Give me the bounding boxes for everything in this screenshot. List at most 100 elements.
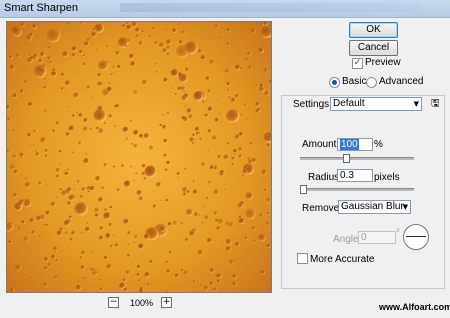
bubble	[165, 198, 169, 202]
remove-select-value: Gaussian Blur	[341, 201, 404, 212]
bubble	[18, 226, 21, 229]
bubble	[75, 284, 82, 291]
amount-slider[interactable]	[300, 157, 414, 160]
bubble	[83, 118, 88, 123]
bubble	[197, 249, 204, 256]
radius-input[interactable]: 0.3	[337, 169, 373, 182]
bubble	[95, 49, 98, 52]
bubble	[213, 287, 217, 292]
bubble	[214, 117, 219, 123]
bubble	[67, 201, 72, 206]
bubble	[176, 171, 181, 176]
bubble	[212, 135, 218, 141]
bubble	[245, 192, 253, 200]
bubble	[35, 150, 37, 152]
remove-select[interactable]: Gaussian Blur ▼	[338, 200, 411, 214]
advanced-radio[interactable]	[366, 77, 377, 88]
preview-image[interactable]	[6, 21, 272, 293]
bubble	[207, 106, 213, 112]
bubble	[29, 145, 32, 147]
cancel-button[interactable]: Cancel	[349, 40, 398, 56]
basic-radio[interactable]	[329, 77, 340, 88]
bubble	[138, 41, 143, 46]
bubble	[165, 39, 172, 45]
bubble	[85, 153, 88, 155]
bubble	[224, 188, 227, 191]
bubble	[16, 73, 19, 75]
bubble	[36, 215, 42, 221]
bubble	[59, 163, 61, 166]
bubble	[108, 114, 113, 118]
bubble	[68, 194, 74, 201]
bubble	[244, 103, 247, 106]
bubble	[103, 122, 106, 125]
bubble	[77, 280, 81, 283]
bubble	[123, 180, 131, 188]
bubble	[12, 154, 17, 159]
bubble	[141, 171, 146, 176]
radius-slider[interactable]	[300, 188, 414, 191]
bubble	[64, 171, 69, 176]
bubble	[133, 89, 138, 95]
bubble	[181, 222, 184, 225]
preview-checkbox[interactable]: ✓	[352, 58, 363, 69]
bubble	[166, 45, 171, 50]
bubble	[136, 272, 141, 277]
bubble	[160, 199, 163, 202]
more-accurate-checkbox[interactable]	[297, 253, 308, 264]
save-settings-icon[interactable]: 🖫	[431, 96, 440, 113]
bubble	[143, 233, 150, 240]
ok-button[interactable]: OK	[349, 22, 398, 38]
angle-input[interactable]: 0	[358, 231, 396, 244]
bubble	[68, 215, 73, 219]
bubble	[56, 174, 60, 178]
bubble	[86, 85, 91, 90]
amount-input[interactable]: 100	[337, 138, 373, 151]
bubble	[201, 99, 206, 104]
bubble	[14, 81, 17, 84]
radius-slider-thumb[interactable]	[300, 185, 308, 194]
bubble	[184, 41, 198, 55]
bubble	[126, 38, 131, 43]
bubble	[216, 273, 222, 279]
bubble	[9, 222, 12, 225]
bubble	[178, 22, 181, 26]
bubble	[142, 79, 148, 85]
bubble	[209, 217, 211, 220]
bubble	[98, 278, 101, 281]
bubble	[136, 190, 143, 196]
bubble	[266, 211, 270, 215]
bubble	[240, 113, 243, 117]
settings-select[interactable]: Default ▼	[330, 97, 422, 111]
bubble	[194, 126, 200, 132]
bubble	[28, 102, 33, 107]
bubble	[103, 255, 108, 260]
bubble	[61, 190, 67, 197]
bubble	[225, 246, 232, 252]
bubble	[264, 188, 267, 192]
bubble	[119, 282, 126, 289]
bubble	[96, 126, 100, 130]
angle-dial-icon[interactable]	[403, 224, 429, 250]
bubble	[266, 243, 271, 248]
bubble	[245, 57, 249, 61]
bubble	[186, 208, 193, 216]
zoom-out-button[interactable]: −	[108, 297, 119, 308]
bubble	[238, 154, 243, 159]
bubble	[217, 154, 222, 159]
amount-slider-thumb[interactable]	[342, 154, 350, 163]
bubble	[237, 202, 244, 209]
bubble	[126, 24, 132, 31]
zoom-in-button[interactable]: +	[161, 297, 172, 308]
bubble	[80, 265, 85, 270]
bubble	[11, 26, 22, 37]
bubble	[183, 90, 186, 93]
bubble	[231, 156, 235, 161]
bubble	[81, 231, 84, 234]
bubble	[265, 133, 269, 137]
bubble	[86, 38, 90, 42]
bubble	[50, 201, 56, 207]
bubble	[114, 243, 119, 248]
bubble	[216, 225, 221, 231]
bubble	[209, 267, 215, 273]
